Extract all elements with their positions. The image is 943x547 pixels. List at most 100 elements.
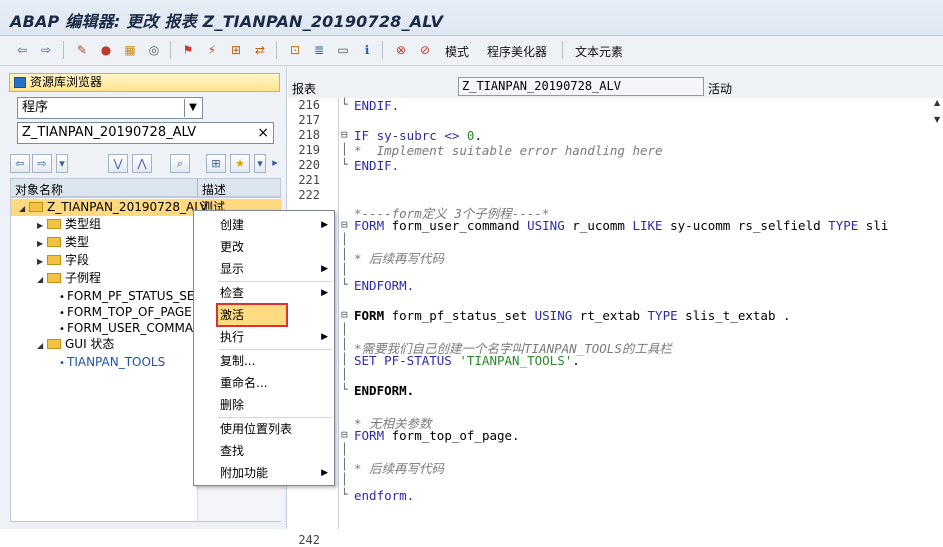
tree-node-label: 类型组	[65, 217, 102, 231]
menu-item-rename[interactable]: 重命名...	[194, 372, 334, 394]
info-icon[interactable]: ℹ	[359, 42, 375, 58]
menu-item-copy[interactable]: 复制...	[194, 350, 334, 372]
code-token: USING	[534, 308, 573, 323]
collapse-icon[interactable]: ⋁	[108, 154, 128, 173]
external-breakpoint-icon[interactable]: ⊘	[417, 42, 433, 58]
column-divider[interactable]	[197, 179, 198, 196]
pattern-icon[interactable]: ≣	[311, 42, 327, 58]
tree-node-tianpan-tools[interactable]: • TIANPAN_TOOLS	[57, 354, 165, 371]
activate-icon[interactable]: ⚑	[180, 42, 196, 58]
fold-marker-icon: └	[341, 488, 348, 501]
fold-marker-icon[interactable]: ⊟	[341, 128, 348, 141]
code-line: ENDFORM.	[354, 278, 415, 293]
check-icon[interactable]: ◎	[146, 42, 162, 58]
more-icon[interactable]: ▸	[270, 154, 280, 173]
test-icon[interactable]: ⚡	[204, 42, 220, 58]
menu-item-display[interactable]: 显示 ▶	[194, 258, 334, 280]
code-editor[interactable]: 216 217 218 219 220 221 222 242 └ ENDIF. ⊟ IF s…	[288, 98, 943, 547]
expanded-arrow-icon[interactable]: ◢	[37, 337, 47, 354]
tree-node-form-pf-status-set[interactable]: • FORM_PF_STATUS_SET	[57, 288, 202, 305]
menu-item-change[interactable]: 更改	[194, 236, 334, 258]
status-text: 活动	[708, 82, 733, 96]
vertical-scrollbar[interactable]: ▲ ▼	[934, 98, 943, 138]
tree-node-form-user-command[interactable]: • FORM_USER_COMMAND	[57, 320, 211, 337]
hierarchy-icon[interactable]: ⇄	[252, 42, 268, 58]
code-token: TYPE	[828, 218, 859, 233]
fold-marker-icon: │	[341, 323, 348, 336]
code-token: .	[572, 353, 580, 368]
tree-node-label: 字段	[65, 253, 90, 267]
dropdown-icon[interactable]: ▾	[254, 154, 266, 173]
tree-node-fields[interactable]: ▶ 字段	[37, 252, 89, 269]
repository-browser-button[interactable]: 资源库浏览器	[9, 73, 280, 92]
breakpoint-icon[interactable]: ⊗	[393, 42, 409, 58]
menu-item-execute[interactable]: 执行 ▶	[194, 326, 334, 348]
line-number: 221	[298, 173, 320, 187]
menu-item-activate[interactable]: 激活	[216, 303, 288, 327]
favorites-icon[interactable]: ★	[230, 154, 250, 173]
split-screen-icon[interactable]: ▭	[335, 42, 351, 58]
fold-marker-icon[interactable]: ⊟	[341, 308, 348, 321]
repository-icon	[14, 77, 26, 88]
submenu-arrow-icon: ▶	[321, 264, 328, 274]
next-object-icon[interactable]: ⇨	[32, 154, 52, 173]
code-token: TYPE	[647, 308, 678, 323]
menu-item-label: 执行	[220, 330, 245, 344]
fold-marker-icon: │	[341, 368, 348, 381]
toolbar-separator	[562, 41, 563, 59]
code-comment: * Implement suitable error handling here	[354, 143, 663, 158]
menu-item-label: 检查	[220, 286, 245, 300]
object-list-icon[interactable]: ⊞	[206, 154, 226, 173]
pretty-printer-button[interactable]: 程序美化器	[487, 43, 547, 60]
menu-item-create[interactable]: 创建 ▶	[194, 214, 334, 236]
back-icon[interactable]: ⇦	[14, 42, 30, 58]
close-icon[interactable]: ×	[257, 123, 269, 143]
previous-object-icon[interactable]: ⇦	[10, 154, 30, 173]
tree-node-types[interactable]: ▶ 类型	[37, 234, 89, 251]
where-used-icon[interactable]: ⊞	[228, 42, 244, 58]
menu-item-find[interactable]: 查找	[194, 440, 334, 462]
fold-marker-icon[interactable]: └	[341, 98, 348, 111]
toolbar-separator	[382, 41, 383, 59]
repository-browser-label: 资源库浏览器	[30, 75, 103, 89]
tree-node-label: FORM_USER_COMMAND	[67, 321, 212, 335]
folder-icon	[47, 255, 61, 265]
collapsed-arrow-icon[interactable]: ▶	[37, 217, 47, 234]
expand-icon[interactable]: ⋀	[132, 154, 152, 173]
dropdown-icon[interactable]: ▾	[56, 154, 68, 173]
active-inactive-icon[interactable]: ●	[98, 42, 114, 58]
expanded-arrow-icon[interactable]: ◢	[19, 200, 29, 217]
editor-pane: 报表 Z_TIANPAN_20190728_ALV 活动 216 217 218 21…	[288, 66, 943, 547]
collapsed-arrow-icon[interactable]: ▶	[37, 253, 47, 270]
tree-node-subroutines[interactable]: ◢ 子例程	[37, 270, 101, 287]
tree-node-gui-status[interactable]: ◢ GUI 状态	[37, 336, 114, 353]
menu-item-delete[interactable]: 删除	[194, 394, 334, 416]
object-type-select[interactable]: 程序 ▼	[17, 97, 203, 119]
forward-icon[interactable]: ⇨	[38, 42, 54, 58]
expanded-arrow-icon[interactable]: ◢	[37, 271, 47, 288]
scroll-up-icon[interactable]: ▲	[934, 98, 943, 107]
fold-marker-icon: │	[341, 263, 348, 276]
menu-item-label: 删除	[220, 398, 245, 412]
menu-item-where-used[interactable]: 使用位置列表	[194, 418, 334, 440]
collapsed-arrow-icon[interactable]: ▶	[37, 235, 47, 252]
mode-button[interactable]: 模式	[445, 43, 469, 60]
fold-marker-icon: │	[341, 338, 348, 351]
fold-marker-icon[interactable]: ⊟	[341, 218, 348, 231]
code-token: form_user_command	[384, 218, 528, 233]
text-elements-button[interactable]: 文本元素	[575, 43, 623, 60]
code-token: form_top_of_page.	[384, 428, 520, 443]
scroll-down-icon[interactable]: ▼	[934, 115, 943, 124]
code-token: IF sy-subrc	[354, 128, 445, 143]
binoculars-icon[interactable]: ⌕	[170, 154, 190, 173]
tree-node-type-groups[interactable]: ▶ 类型组	[37, 216, 101, 233]
fold-marker-icon[interactable]: ⊟	[341, 428, 348, 441]
menu-item-check[interactable]: 检查 ▶	[194, 282, 334, 304]
tree-node-form-top-of-page[interactable]: • FORM_TOP_OF_PAGE	[57, 304, 192, 321]
object-name-input[interactable]: Z_TIANPAN_20190728_ALV ×	[17, 122, 274, 144]
chevron-down-icon[interactable]: ▼	[184, 99, 201, 117]
navigation-window-icon[interactable]: ⊡	[287, 42, 303, 58]
other-object-icon[interactable]: ▦	[122, 42, 138, 58]
menu-item-more-functions[interactable]: 附加功能 ▶	[194, 462, 334, 484]
display-change-icon[interactable]: ✎	[74, 42, 90, 58]
